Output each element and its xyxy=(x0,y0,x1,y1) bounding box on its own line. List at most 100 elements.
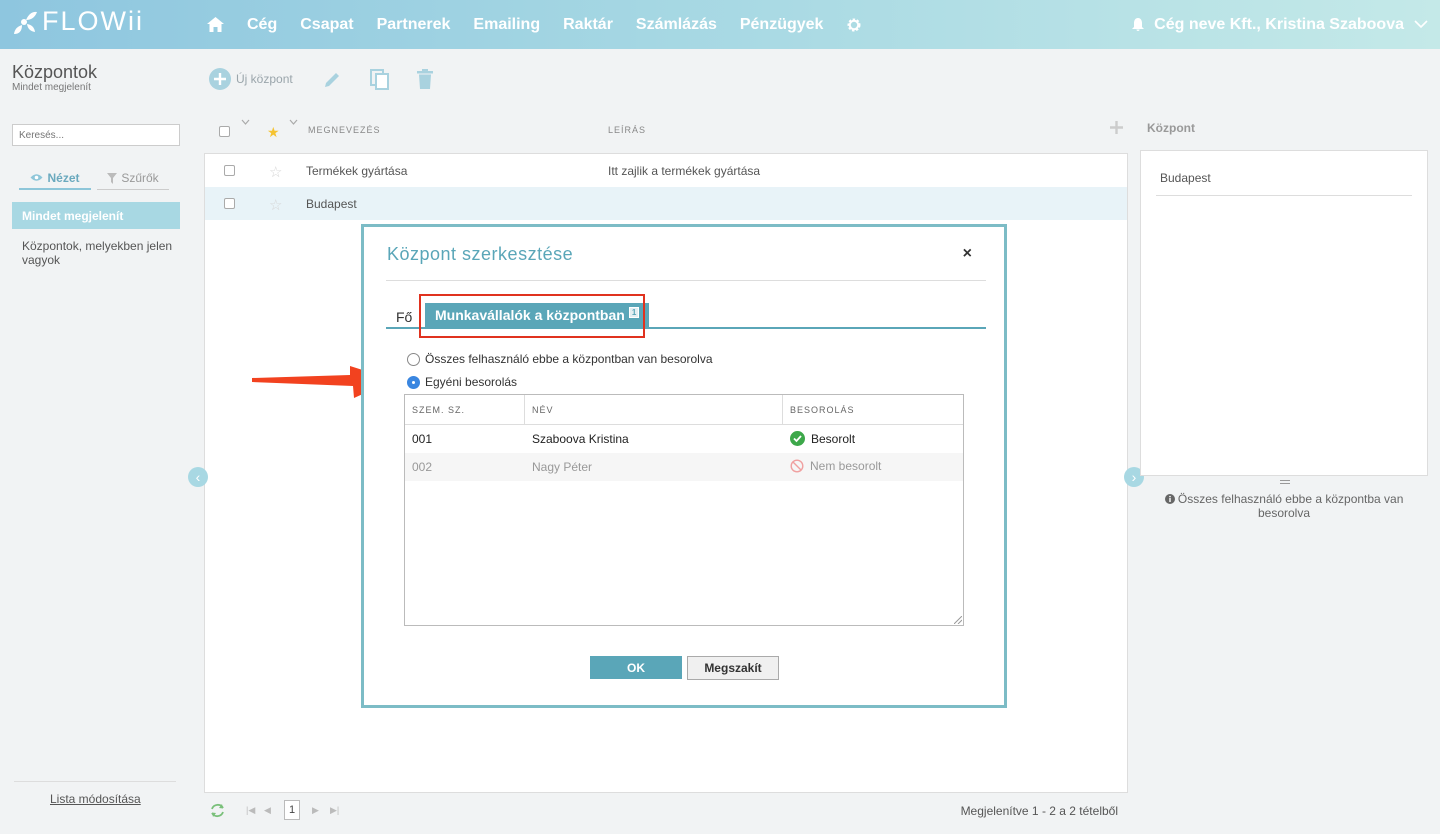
select-all-checkbox[interactable] xyxy=(219,126,230,137)
sidebar-tabs: Nézet Szűrők xyxy=(19,167,175,190)
bell-icon[interactable] xyxy=(1132,18,1145,31)
radio-all-users[interactable]: Összes felhasználó ebbe a központban van… xyxy=(407,352,713,366)
page-subtitle: Mindet megjelenít xyxy=(12,82,91,93)
eye-icon xyxy=(30,174,43,181)
trash-icon[interactable] xyxy=(416,69,433,89)
collapse-left-arrow-icon[interactable]: ‹ xyxy=(188,467,208,487)
resize-handle[interactable] xyxy=(1280,480,1290,484)
nav-item-partnerek[interactable]: Partnerek xyxy=(377,16,451,34)
radio-individual-label: Egyéni besorolás xyxy=(425,375,518,389)
star-icon[interactable]: ☆ xyxy=(269,196,282,214)
table-row[interactable]: ☆ Termékek gyártása Itt zajlik a terméke… xyxy=(205,154,1127,187)
edit-icon[interactable] xyxy=(323,70,342,89)
table-row[interactable]: ☆ Budapest xyxy=(205,187,1127,220)
employee-name: Nagy Péter xyxy=(532,460,593,474)
edit-list-link[interactable]: Lista módosítása xyxy=(50,792,141,806)
right-panel-info: Összes felhasználó ebbe a központba van … xyxy=(1158,492,1410,520)
employee-status-label: Nem besorolt xyxy=(810,459,882,473)
cancel-button[interactable]: Megszakít xyxy=(687,656,779,680)
column-header-status[interactable]: BESOROLÁS xyxy=(783,395,963,425)
top-navbar: FLOWii Cég Csapat Partnerek Emailing Rak… xyxy=(0,0,1440,49)
ok-button[interactable]: OK xyxy=(590,656,682,679)
right-panel-info-text: Összes felhasználó ebbe a központba van … xyxy=(1177,492,1404,520)
logo-text: FLOWii xyxy=(42,6,144,36)
star-filter-icon[interactable]: ★ xyxy=(267,124,280,141)
nav-item-szamlazas[interactable]: Számlázás xyxy=(636,16,717,34)
copy-icon[interactable] xyxy=(369,68,389,90)
employee-status[interactable]: Besorolt xyxy=(790,431,855,446)
flowii-logo[interactable]: FLOWii xyxy=(12,6,144,37)
new-center-label: Új központ xyxy=(236,72,293,86)
nav-item-csapat[interactable]: Csapat xyxy=(300,16,353,34)
company-menu[interactable]: Cég neve Kft., Kristina Szaboova xyxy=(1132,0,1428,49)
nav-item-ceg[interactable]: Cég xyxy=(247,16,277,34)
home-icon[interactable] xyxy=(207,17,224,32)
chevron-down-icon[interactable] xyxy=(289,119,298,125)
right-panel: Budapest xyxy=(1140,150,1428,476)
employee-status[interactable]: Nem besorolt xyxy=(790,459,881,473)
page-number-input[interactable]: 1 xyxy=(284,800,300,820)
chevron-down-icon xyxy=(1414,20,1428,29)
sidebar-item-show-all[interactable]: Mindet megjelenít xyxy=(12,202,180,229)
company-name: Cég neve Kft., Kristina Szaboova xyxy=(1154,15,1404,33)
right-panel-item: Budapest xyxy=(1160,171,1211,185)
sidebar-item-my-centers[interactable]: Központok, melyekben jelen vagyok xyxy=(22,239,177,267)
tab-view-label: Nézet xyxy=(47,170,80,185)
sidebar-divider xyxy=(14,781,176,782)
radio-button[interactable] xyxy=(407,352,420,366)
resize-grip-icon[interactable] xyxy=(954,616,962,624)
column-header-description[interactable]: LEÍRÁS xyxy=(608,125,646,135)
search-input[interactable] xyxy=(12,124,180,146)
radio-individual[interactable]: Egyéni besorolás xyxy=(407,375,517,389)
right-panel-title: Központ xyxy=(1147,121,1195,135)
column-header-name[interactable]: MEGNEVEZÉS xyxy=(308,125,381,135)
info-icon xyxy=(1164,494,1175,504)
pager: |◀ ◀ 1 ▶ ▶| Megjelenítve 1 - 2 a 2 tétel… xyxy=(204,800,1128,822)
refresh-icon[interactable] xyxy=(210,803,225,818)
logo-mark-icon xyxy=(14,11,37,34)
row-checkbox[interactable] xyxy=(224,165,235,176)
annotation-highlight-box xyxy=(419,294,645,338)
sidebar: Nézet Szűrők Mindet megjelenít Központok… xyxy=(0,107,192,834)
next-page-icon[interactable]: ▶ xyxy=(312,805,319,816)
tab-filters[interactable]: Szűrők xyxy=(97,167,169,190)
right-panel-divider xyxy=(1156,195,1412,196)
dialog-divider xyxy=(386,280,986,281)
plus-circle-icon xyxy=(209,68,231,90)
first-page-icon[interactable]: |◀ xyxy=(246,805,255,816)
tab-main[interactable]: Fő xyxy=(396,309,412,325)
row-name: Budapest xyxy=(306,197,357,211)
table-row[interactable]: 001 Szaboova Kristina Besorolt xyxy=(405,425,963,453)
edit-center-dialog: Központ szerkesztése × Fő Munkavállalók … xyxy=(361,224,1007,708)
nav-item-emailing[interactable]: Emailing xyxy=(473,16,540,34)
employee-id: 001 xyxy=(412,432,433,446)
radio-button-selected[interactable] xyxy=(407,375,420,389)
star-icon[interactable]: ☆ xyxy=(269,163,282,181)
row-checkbox[interactable] xyxy=(224,198,235,209)
pager-info: Megjelenítve 1 - 2 a 2 tételből xyxy=(960,804,1118,818)
radio-all-users-label: Összes felhasználó ebbe a központban van… xyxy=(425,352,713,366)
row-description: Itt zajlik a termékek gyártása xyxy=(608,164,761,178)
employee-name: Szaboova Kristina xyxy=(532,432,629,446)
chevron-down-icon[interactable] xyxy=(241,119,250,125)
nav-item-penzugyek[interactable]: Pénzügyek xyxy=(740,16,824,34)
employees-table: SZEM. SZ. NÉV BESOROLÁS 001 Szaboova Kri… xyxy=(404,394,964,626)
gear-icon[interactable] xyxy=(846,17,862,33)
column-header-id[interactable]: SZEM. SZ. xyxy=(405,395,525,425)
add-column-icon[interactable] xyxy=(1110,121,1123,134)
tab-view[interactable]: Nézet xyxy=(19,167,91,190)
check-circle-icon xyxy=(790,431,805,446)
filter-icon xyxy=(107,172,118,184)
sub-header: Központok Mindet megjelenít Új központ xyxy=(0,49,1440,107)
table-row[interactable]: 002 Nagy Péter Nem besorolt xyxy=(405,453,963,481)
row-name: Termékek gyártása xyxy=(306,164,408,178)
prev-page-icon[interactable]: ◀ xyxy=(264,805,271,816)
toolbar: Új központ xyxy=(209,68,461,90)
close-icon[interactable]: × xyxy=(963,245,972,263)
dialog-title: Központ szerkesztése xyxy=(387,244,574,264)
new-center-button[interactable]: Új központ xyxy=(209,68,293,90)
employee-id: 002 xyxy=(412,460,433,474)
last-page-icon[interactable]: ▶| xyxy=(330,805,339,816)
column-header-name[interactable]: NÉV xyxy=(525,395,783,425)
nav-item-raktar[interactable]: Raktár xyxy=(563,16,613,34)
